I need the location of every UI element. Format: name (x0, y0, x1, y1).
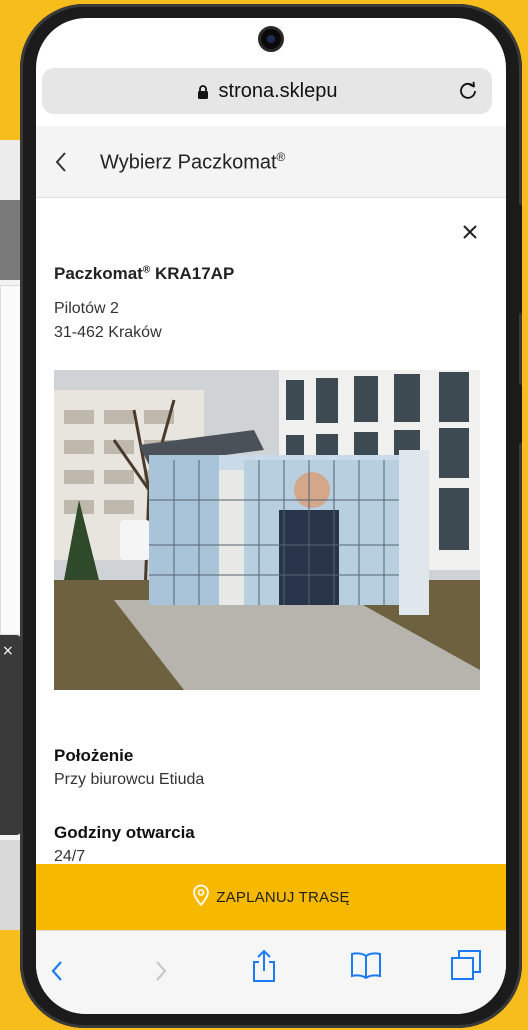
close-icon[interactable] (462, 224, 478, 245)
lock-icon (197, 85, 209, 99)
location-value: Przy biurowcu Etiuda (54, 771, 205, 788)
locker-photo (54, 370, 480, 690)
url-text: strona.sklepu (218, 79, 338, 102)
address-city: 31-462 Kraków (54, 324, 162, 341)
background-panel (0, 285, 22, 635)
book-icon[interactable] (350, 951, 382, 984)
location-label: Położenie (54, 746, 134, 765)
power-button (514, 384, 522, 444)
share-icon[interactable] (250, 949, 278, 988)
tabs-icon[interactable] (450, 949, 482, 986)
locker-code: KRA17AP (154, 264, 235, 283)
address-street: Pilotów 2 (54, 300, 119, 317)
hours-label: Godziny otwarcia (54, 823, 195, 842)
plan-route-button[interactable]: ZAPLANUJ TRASĘ (36, 864, 506, 930)
plan-route-label: ZAPLANUJ TRASĘ (216, 888, 350, 906)
background-close-icon: × (2, 643, 14, 659)
registered-mark: ® (276, 150, 286, 164)
address-bar[interactable]: strona.sklepu (42, 68, 492, 114)
location-pin-icon (192, 884, 210, 910)
page-title: Wybierz Paczkomat® (100, 150, 286, 174)
reload-icon[interactable] (458, 80, 478, 106)
background-dark-panel: × (0, 635, 22, 835)
back-icon[interactable] (50, 959, 64, 988)
chevron-left-icon[interactable] (54, 150, 68, 179)
locker-title: Paczkomat® KRA17AP (54, 264, 235, 283)
volume-button (514, 204, 522, 314)
forward-icon[interactable] (154, 959, 168, 988)
page-header: Wybierz Paczkomat® (36, 126, 506, 198)
front-camera (258, 26, 284, 52)
registered-mark: ® (142, 264, 151, 276)
phone-screen: strona.sklepu Wybierz Paczkomat® Paczkom… (36, 18, 506, 1014)
browser-toolbar (36, 930, 506, 1014)
